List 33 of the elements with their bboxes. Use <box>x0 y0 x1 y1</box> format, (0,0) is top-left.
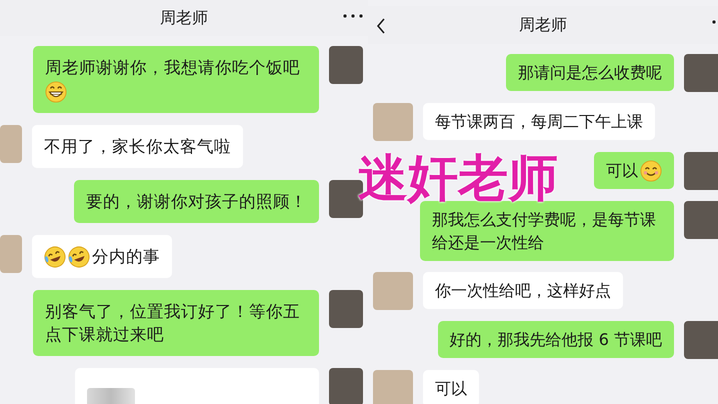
more-icon[interactable] <box>343 14 363 18</box>
avatar-placeholder <box>0 235 22 273</box>
avatar-placeholder <box>684 54 718 92</box>
avatar-placeholder <box>329 368 363 404</box>
message-text: 每节课两百，每周二下午上课 <box>435 111 643 133</box>
message-text: 那我怎么支付学费呢，是每节课给还是一次性给 <box>432 209 657 254</box>
message-text: 好的，那我先给他报 6 节课吧 <box>450 329 662 351</box>
avatar-placeholder <box>329 290 363 328</box>
message-text: 你一次性给吧，这样好点 <box>435 280 611 302</box>
avatar-placeholder <box>373 370 413 404</box>
message-text: 别客气了，位置我订好了！等你五点下课就过来吧 <box>45 301 301 346</box>
smiling-face-icon <box>640 160 662 182</box>
caption-overlay-text: 迷奸老师 <box>358 148 558 208</box>
avatar-placeholder <box>684 201 718 239</box>
avatar-placeholder <box>329 46 363 84</box>
avatar-placeholder <box>684 321 718 359</box>
back-icon[interactable] <box>376 18 386 34</box>
avatar-placeholder <box>373 103 413 141</box>
message-text: 可以 <box>435 378 467 400</box>
grinning-face-icon <box>45 81 67 103</box>
message-text: 周老师谢谢你，我想请你吃个饭吧 <box>45 57 300 79</box>
avatar-placeholder <box>373 272 413 310</box>
message-text: 可以 <box>606 160 638 182</box>
laughing-tears-face-icon <box>68 246 90 268</box>
message-text: 分内的事 <box>92 246 160 268</box>
chat-title: 周老师 <box>519 14 567 36</box>
message-text: 要的，谢谢你对孩子的照顾！ <box>86 191 307 213</box>
chat-title: 周老师 <box>160 8 208 28</box>
message-text: 那请问是怎么收费呢 <box>518 62 662 84</box>
avatar-placeholder <box>0 125 22 163</box>
laughing-tears-face-icon <box>44 246 66 268</box>
avatar-placeholder <box>684 152 718 190</box>
message-text: 不用了，家长你太客气啦 <box>44 136 231 158</box>
